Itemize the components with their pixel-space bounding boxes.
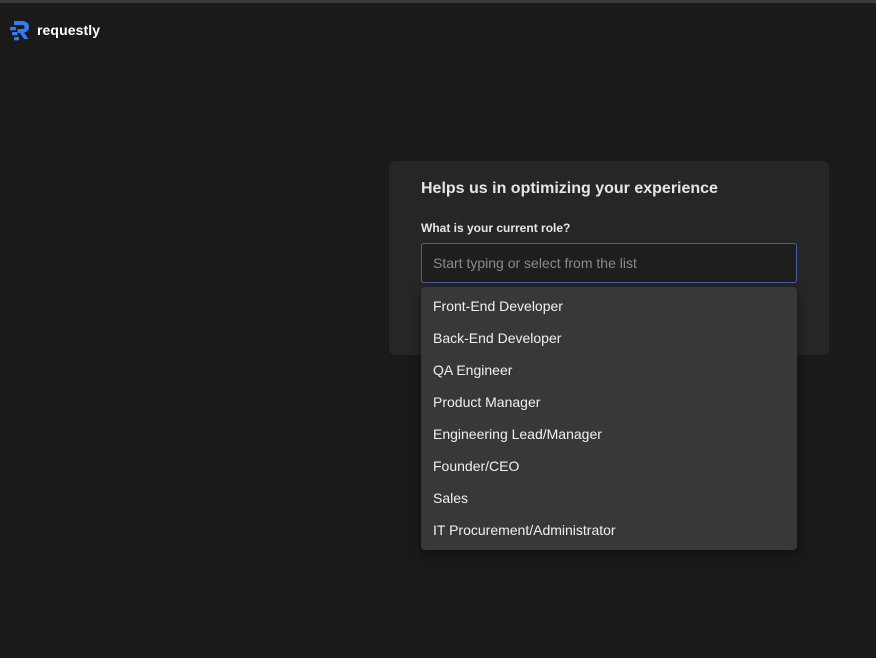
requestly-logo-icon (10, 21, 29, 41)
brand-name: requestly (37, 22, 101, 38)
card-title: Helps us in optimizing your experience (421, 180, 718, 197)
onboarding-page: requestly Helps us in optimizing your ex… (0, 0, 876, 658)
brand[interactable]: requestly (9, 18, 100, 42)
role-field-label: What is your current role? (421, 221, 571, 235)
window-top-edge (0, 0, 876, 3)
role-option-back-end-developer[interactable]: Back-End Developer (421, 322, 797, 354)
role-option-founder-ceo[interactable]: Founder/CEO (421, 450, 797, 482)
role-input[interactable] (421, 243, 797, 283)
role-option-product-manager[interactable]: Product Manager (421, 386, 797, 418)
role-option-qa-engineer[interactable]: QA Engineer (421, 354, 797, 386)
role-dropdown: Front-End Developer Back-End Developer Q… (421, 287, 797, 550)
role-option-sales[interactable]: Sales (421, 482, 797, 514)
role-option-it-procurement[interactable]: IT Procurement/Administrator (421, 514, 797, 546)
role-option-engineering-lead[interactable]: Engineering Lead/Manager (421, 418, 797, 450)
role-option-front-end-developer[interactable]: Front-End Developer (421, 290, 797, 322)
